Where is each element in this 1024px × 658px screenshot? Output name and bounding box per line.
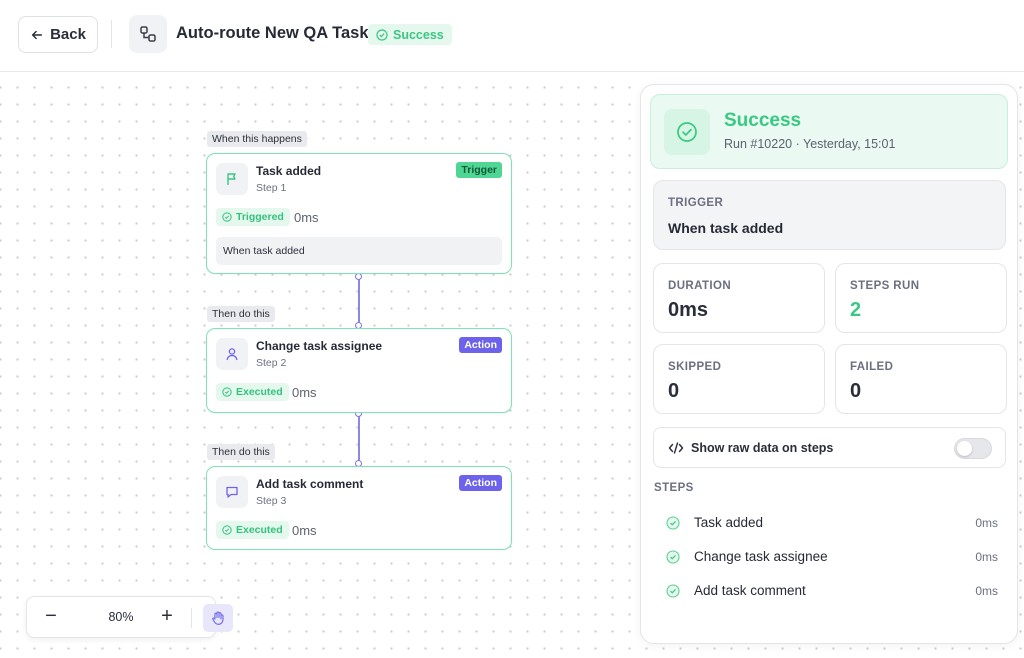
- check-circle-icon: [376, 28, 388, 41]
- node-step: Step 1: [256, 182, 287, 194]
- step-duration: 0ms: [975, 550, 998, 564]
- node-step: Step 2: [256, 357, 287, 369]
- stat-label: SKIPPED: [668, 361, 722, 373]
- check-circle-icon: [222, 212, 232, 222]
- action-badge: Action: [459, 337, 502, 353]
- trigger-card: TRIGGER When task added: [653, 180, 1006, 250]
- node-status-badge: Executed: [216, 521, 289, 539]
- node-status-badge: Triggered: [216, 208, 290, 226]
- steps-heading: STEPS: [654, 482, 694, 494]
- stat-value: 0: [850, 380, 862, 402]
- step-list-item[interactable]: Add task comment 0ms: [653, 579, 1006, 603]
- connector-dot: [355, 273, 362, 280]
- node-title: Task added: [256, 164, 322, 178]
- node-duration: 0ms: [292, 523, 317, 538]
- workflow-node-action[interactable]: Add task comment Step 3 Action Executed …: [206, 466, 512, 550]
- node-title: Change task assignee: [256, 339, 383, 353]
- check-circle-icon: [666, 516, 680, 530]
- zoom-level: 80%: [108, 610, 134, 624]
- zoom-in-button[interactable]: +: [157, 606, 177, 627]
- stat-duration: DURATION 0ms: [653, 263, 825, 333]
- node-status-badge: Executed: [216, 383, 289, 401]
- raw-data-toggle[interactable]: [954, 438, 992, 459]
- workflow-node-trigger[interactable]: Task added Step 1 Trigger Triggered 0ms …: [206, 153, 512, 274]
- zoom-divider: [191, 608, 192, 628]
- header-divider: [111, 20, 112, 48]
- top-bar: Back Auto-route New QA Tasks Success: [0, 0, 1024, 72]
- workflow-icon: [129, 15, 167, 53]
- stat-value: 0: [668, 380, 680, 402]
- check-circle-icon: [666, 550, 680, 564]
- node-step: Step 3: [256, 495, 287, 507]
- page-title: Auto-route New QA Tasks: [176, 24, 378, 42]
- step-duration: 0ms: [975, 516, 998, 530]
- node-duration: 0ms: [294, 210, 319, 225]
- stat-failed: FAILED 0: [835, 344, 1007, 414]
- toggle-knob: [957, 441, 972, 456]
- connector-line: [358, 413, 360, 465]
- trigger-label: TRIGGER: [668, 197, 724, 209]
- node-status-label: Triggered: [236, 211, 284, 223]
- stat-label: STEPS RUN: [850, 280, 920, 292]
- step-name: Add task comment: [694, 583, 806, 598]
- user-icon: [216, 338, 248, 370]
- stat-value: 0ms: [668, 299, 709, 321]
- back-button[interactable]: Back: [18, 16, 98, 53]
- step-duration: 0ms: [975, 584, 998, 598]
- node-detail: When task added: [216, 237, 502, 265]
- node-title: Add task comment: [256, 477, 364, 491]
- run-status-card: Success Run #10220 · Yesterday, 15:01: [650, 94, 1008, 169]
- node-duration: 0ms: [292, 385, 317, 400]
- flag-icon: [216, 163, 248, 195]
- run-details-panel: Success Run #10220 · Yesterday, 15:01 TR…: [640, 84, 1018, 644]
- code-icon: [668, 442, 684, 454]
- step-list-item[interactable]: Task added 0ms: [653, 511, 1006, 535]
- zoom-controls: − 80% +: [26, 596, 233, 638]
- raw-data-label: Show raw data on steps: [691, 441, 834, 455]
- step-name: Change task assignee: [694, 549, 828, 564]
- section-label: Then do this: [207, 444, 275, 460]
- node-status-label: Executed: [236, 386, 283, 398]
- stat-skipped: SKIPPED 0: [653, 344, 825, 414]
- trigger-value: When task added: [668, 220, 784, 236]
- run-info: Run #10220 · Yesterday, 15:01: [724, 137, 896, 151]
- workflow-node-action[interactable]: Change task assignee Step 2 Action Execu…: [206, 328, 512, 413]
- run-status-title: Success: [724, 110, 802, 131]
- stat-label: DURATION: [668, 280, 732, 292]
- zoom-out-button[interactable]: −: [41, 606, 61, 627]
- section-label: When this happens: [207, 131, 307, 147]
- stat-value: 2: [850, 299, 862, 321]
- status-label: Success: [393, 27, 444, 42]
- hand-icon: [212, 611, 224, 625]
- trigger-badge: Trigger: [456, 162, 502, 178]
- check-circle-icon: [664, 109, 710, 155]
- node-status-label: Executed: [236, 524, 283, 536]
- stat-steps-run: STEPS RUN 2: [835, 263, 1007, 333]
- comment-icon: [216, 476, 248, 508]
- arrow-left-icon: [31, 30, 43, 39]
- back-label: Back: [50, 26, 86, 43]
- step-name: Task added: [694, 515, 764, 530]
- check-circle-icon: [666, 584, 680, 598]
- check-circle-icon: [222, 387, 232, 397]
- check-circle-icon: [222, 525, 232, 535]
- pan-hand-button[interactable]: [203, 604, 233, 632]
- step-list-item[interactable]: Change task assignee 0ms: [653, 545, 1006, 569]
- section-label: Then do this: [207, 306, 275, 322]
- status-badge: Success: [368, 24, 452, 45]
- raw-data-toggle-row[interactable]: Show raw data on steps: [653, 427, 1006, 468]
- stat-label: FAILED: [850, 361, 894, 373]
- action-badge: Action: [459, 475, 502, 491]
